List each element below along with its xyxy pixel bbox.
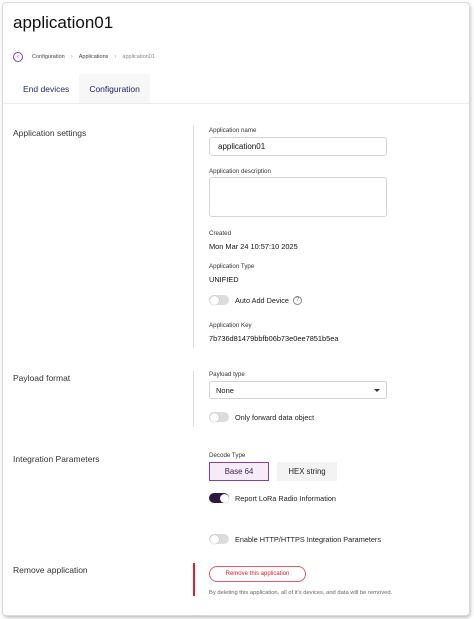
- remove-application-button[interactable]: Remove this application: [209, 566, 306, 582]
- auto-add-device-label: Auto Add Device: [235, 295, 289, 305]
- application-type-value: UNIFIED: [209, 275, 239, 284]
- report-lora-row: Report LoRa Radio Information: [209, 493, 336, 503]
- only-forward-row: Only forward data object: [209, 412, 314, 422]
- decode-type-label: Decode Type: [209, 452, 246, 459]
- tab-end-devices[interactable]: End devices: [13, 74, 79, 103]
- breadcrumb: ‹ Configuration › Applications › applica…: [13, 51, 155, 63]
- enable-http-row: Enable HTTP/HTTPS Integration Parameters: [209, 534, 381, 544]
- application-description-input[interactable]: [209, 177, 387, 217]
- section-divider: [193, 126, 194, 348]
- application-name-input[interactable]: application01: [209, 137, 387, 156]
- application-name-label: Application name: [209, 127, 257, 134]
- chevron-down-icon: [374, 388, 380, 392]
- enable-http-toggle[interactable]: [209, 534, 229, 544]
- remove-application-note: By deleting this application, all of it'…: [209, 590, 393, 596]
- section-title-remove-application: Remove application: [13, 565, 88, 575]
- decode-base64-button[interactable]: Base 64: [209, 462, 269, 481]
- only-forward-label: Only forward data object: [235, 412, 315, 422]
- section-title-payload-format: Payload format: [13, 373, 71, 383]
- enable-http-label: Enable HTTP/HTTPS Integration Parameters: [235, 534, 381, 544]
- only-forward-toggle[interactable]: [209, 412, 229, 422]
- application-key-label: Application Key: [209, 322, 252, 329]
- toggle-knob: [209, 534, 219, 544]
- help-icon[interactable]: ?: [292, 295, 302, 305]
- section-divider: [193, 371, 194, 427]
- toggle-knob: [209, 295, 219, 305]
- payload-type-label: Payload type: [209, 371, 245, 378]
- danger-divider: [193, 563, 195, 596]
- application-window: application01 ‹ Configuration › Applicat…: [3, 3, 469, 615]
- tab-bar: End devices Configuration: [13, 74, 150, 103]
- breadcrumb-separator-icon: ›: [114, 54, 117, 60]
- payload-type-select[interactable]: None: [209, 381, 387, 399]
- auto-add-device-row: Auto Add Device ?: [209, 295, 302, 305]
- breadcrumb-applications[interactable]: Applications: [79, 54, 109, 60]
- application-key-value: 7b736d81479bbfb06b73e0ee7851b5ea: [209, 334, 339, 343]
- created-label: Created: [209, 230, 232, 237]
- tab-divider: [3, 103, 469, 104]
- auto-add-device-toggle[interactable]: [209, 295, 229, 305]
- toggle-knob: [219, 493, 229, 503]
- created-value: Mon Mar 24 10:57:10 2025: [209, 242, 298, 251]
- application-description-label: Application description: [209, 168, 271, 175]
- breadcrumb-configuration[interactable]: Configuration: [32, 54, 65, 60]
- breadcrumb-current: application01: [122, 54, 155, 60]
- toggle-knob: [209, 412, 219, 422]
- decode-type-selector: Base 64 HEX string: [209, 462, 337, 481]
- payload-type-value: None: [216, 385, 234, 395]
- section-title-application-settings: Application settings: [13, 128, 87, 138]
- page-title: application01: [13, 13, 114, 32]
- decode-hex-button[interactable]: HEX string: [277, 462, 337, 481]
- report-lora-label: Report LoRa Radio Information: [235, 493, 336, 503]
- report-lora-toggle[interactable]: [209, 493, 229, 503]
- application-type-label: Application Type: [209, 263, 255, 270]
- tab-configuration[interactable]: Configuration: [79, 74, 150, 103]
- breadcrumb-separator-icon: ›: [70, 54, 73, 60]
- back-arrow-icon[interactable]: ‹: [13, 52, 23, 62]
- section-title-integration-parameters: Integration Parameters: [13, 454, 100, 464]
